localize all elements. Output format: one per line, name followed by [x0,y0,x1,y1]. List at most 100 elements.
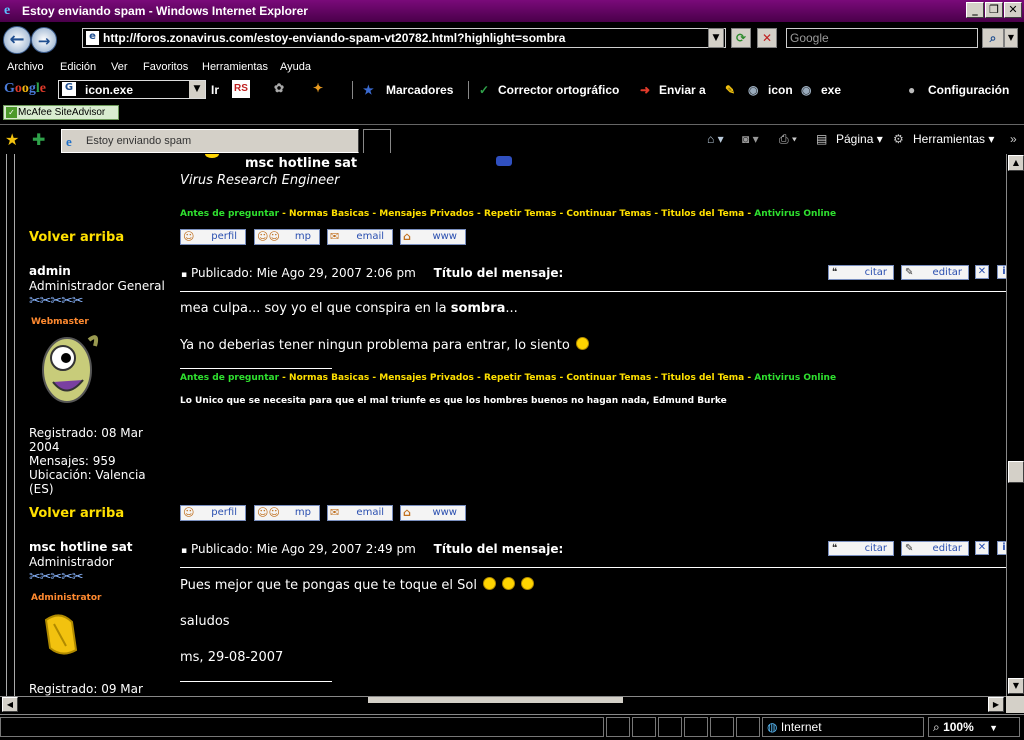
post-author[interactable]: admin [29,264,71,278]
scroll-right-icon[interactable]: ▶ [988,697,1004,712]
highlighter-icon[interactable]: ✎ [725,83,735,97]
vertical-scrollbar[interactable]: ▲ ▼ [1006,154,1024,696]
zoom-control[interactable]: ⌕ 100% ▼ [928,717,1020,737]
chevron-right-icon[interactable]: » [1010,132,1017,146]
address-bar[interactable]: e http://foros.zonavirus.com/estoy-envia… [82,28,726,48]
link-continuar-temas[interactable]: Continuar Temas [566,209,651,219]
herramientas-menu[interactable]: Herramientas ▾ [913,132,994,146]
www-button[interactable]: ⌂ www [400,505,466,521]
email-button[interactable]: ✉ email [327,229,393,245]
perfil-button[interactable]: ☺ perfil [180,505,246,521]
print-icon[interactable]: ⎙ ▾ [779,132,797,147]
search-icon[interactable]: ⌕ [982,28,1004,48]
editar-button[interactable]: ✎ editar [901,265,969,280]
menu-edicion[interactable]: Edición [60,61,96,73]
scroll-left-icon[interactable]: ◀ [2,697,18,712]
citar-button[interactable]: ❝ citar [828,265,894,280]
status-cell [658,717,682,737]
divider [180,291,1007,292]
go-button[interactable]: Ir [211,83,219,97]
refresh-icon[interactable]: ⟳ [731,28,751,48]
google-search-box[interactable]: G icon.exe ▼ [58,80,206,99]
menu-ver[interactable]: Ver [111,61,128,73]
scroll-thumb[interactable] [1008,461,1024,483]
zone-cell: ◍ Internet [762,717,924,737]
feeds-icon[interactable]: ◙ ▾ [742,132,759,146]
tab-estoy-enviando-spam[interactable]: e Estoy enviando spam [61,129,359,153]
icon-term-button[interactable]: icon [768,83,793,97]
tab-row: ★ ✚ e Estoy enviando spam ⌂ ▾ ◙ ▾ ⎙ ▾ ▤ … [0,124,1024,154]
menu-favoritos[interactable]: Favoritos [143,61,188,73]
google-search-value: icon.exe [85,83,134,97]
mp-button[interactable]: ☺☺ mp [254,505,320,521]
menu-herramientas[interactable]: Herramientas [202,61,268,73]
delete-icon[interactable]: ✕ [975,541,989,555]
menu-archivo[interactable]: Archivo [7,61,44,73]
www-button[interactable]: ⌂ www [400,229,466,245]
horizontal-scrollbar[interactable]: ◀ ▶ [0,696,1007,713]
enviar-button[interactable]: Enviar a [659,83,706,97]
stop-icon[interactable]: ✕ [757,28,777,48]
house-icon: ⌂ [403,230,411,243]
forward-button[interactable]: → [31,27,57,53]
add-favorites-icon[interactable]: ✚ [32,130,45,149]
avatar-icon [496,156,512,166]
people-icon: ☺☺ [257,506,280,519]
rank-wrenches-icon: ✂✂✂✂✂ [29,293,84,309]
perfil-button[interactable]: ☺ perfil [180,229,246,245]
search-input[interactable]: Google [786,28,978,48]
marcadores-button[interactable]: Marcadores [386,83,453,97]
link-titulos-del-tema[interactable]: Titulos del Tema [661,209,744,219]
mp-button[interactable]: ☺☺ mp [254,229,320,245]
post-header: ▪ Publicado: Mie Ago 29, 2007 2:49 pm Tí… [181,542,564,556]
address-dropdown-icon[interactable]: ▼ [708,28,724,48]
post-icon: ▪ [181,546,188,556]
search-dropdown-icon[interactable]: ▼ [1004,28,1018,48]
herramientas-label: Herramientas [913,132,986,146]
configuracion-button[interactable]: Configuración [928,83,1009,97]
link-repetir-temas[interactable]: Repetir Temas [484,209,556,219]
corrector-button[interactable]: Corrector ortográfico [498,83,619,97]
pencil-icon: ✎ [905,267,914,278]
puzzle-icon[interactable]: ✿ [274,81,284,95]
volver-arriba-link[interactable]: Volver arriba [29,230,124,245]
back-button[interactable]: ← [3,26,31,54]
home-icon[interactable]: ⌂ ▾ [707,132,724,146]
exe-term-button[interactable]: exe [821,83,841,97]
maximize-button[interactable]: ❐ [985,2,1003,18]
zoom-icon: ⌕ [933,720,940,734]
delete-icon[interactable]: ✕ [975,265,989,279]
close-button[interactable]: ✕ [1004,2,1022,18]
pagina-menu[interactable]: Página ▾ [836,132,883,146]
zoom-dropdown-icon[interactable]: ▼ [989,723,998,733]
email-button[interactable]: ✉ email [327,505,393,521]
link-antivirus-online[interactable]: Antivirus Online [754,209,836,219]
icon-term-icon: ◉ [748,83,759,97]
editar-button[interactable]: ✎ editar [901,541,969,556]
post-body-line1: mea culpa... soy yo el que conspira en l… [180,301,518,316]
tab-title: Estoy enviando spam [86,135,192,147]
pagerank-icon[interactable]: ✦ [313,81,323,95]
mcafee-siteadvisor-button[interactable]: ✓ McAfee SiteAdvisor [3,105,119,120]
favorites-star-icon[interactable]: ★ [5,130,19,149]
link-mensajes-privados[interactable]: Mensajes Privados [379,209,474,219]
post-header: ▪ Publicado: Mie Ago 29, 2007 2:06 pm Tí… [181,266,564,280]
registered-line1: Registrado: 09 Mar [29,682,143,696]
status-cell [632,717,656,737]
horizontal-scroll-thumb[interactable] [368,697,623,703]
scroll-down-icon[interactable]: ▼ [1008,678,1024,694]
menu-ayuda[interactable]: Ayuda [280,61,311,73]
minimize-button[interactable]: _ [966,2,984,18]
google-dropdown-icon[interactable]: ▼ [189,81,205,98]
new-tab-button[interactable] [363,129,391,153]
pagina-label: Página [836,132,874,146]
post-author[interactable]: msc hotline sat [29,540,133,554]
page-content: msc hotline sat Virus Research Engineer … [0,154,1007,696]
link-antes-de-preguntar[interactable]: Antes de preguntar [180,209,279,219]
rss-icon[interactable]: RS [232,80,250,98]
citar-button[interactable]: ❝ citar [828,541,894,556]
link-normas-basicas[interactable]: Normas Basicas [289,209,369,219]
scroll-up-icon[interactable]: ▲ [1008,155,1024,171]
avatar [42,335,99,403]
volver-arriba-link[interactable]: Volver arriba [29,506,124,521]
